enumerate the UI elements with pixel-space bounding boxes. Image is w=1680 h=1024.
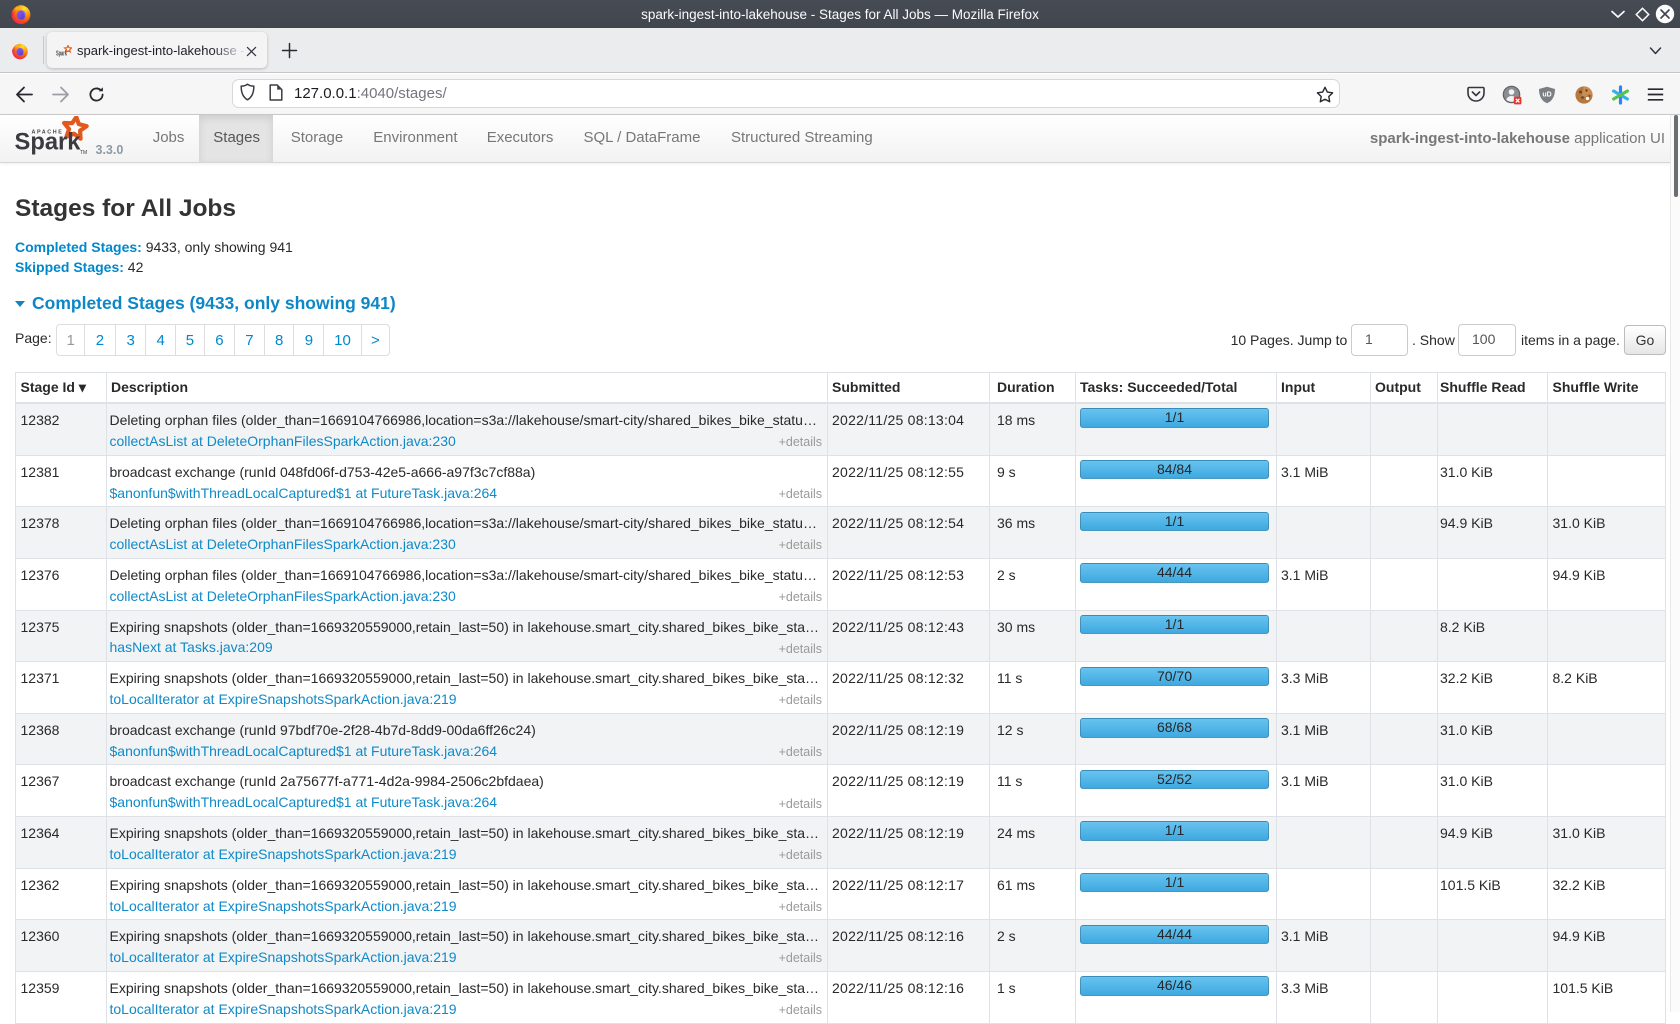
svg-text:TM: TM [80,150,87,156]
svg-text:Spark: Spark [15,129,81,156]
svg-text:uD: uD [1542,92,1551,99]
